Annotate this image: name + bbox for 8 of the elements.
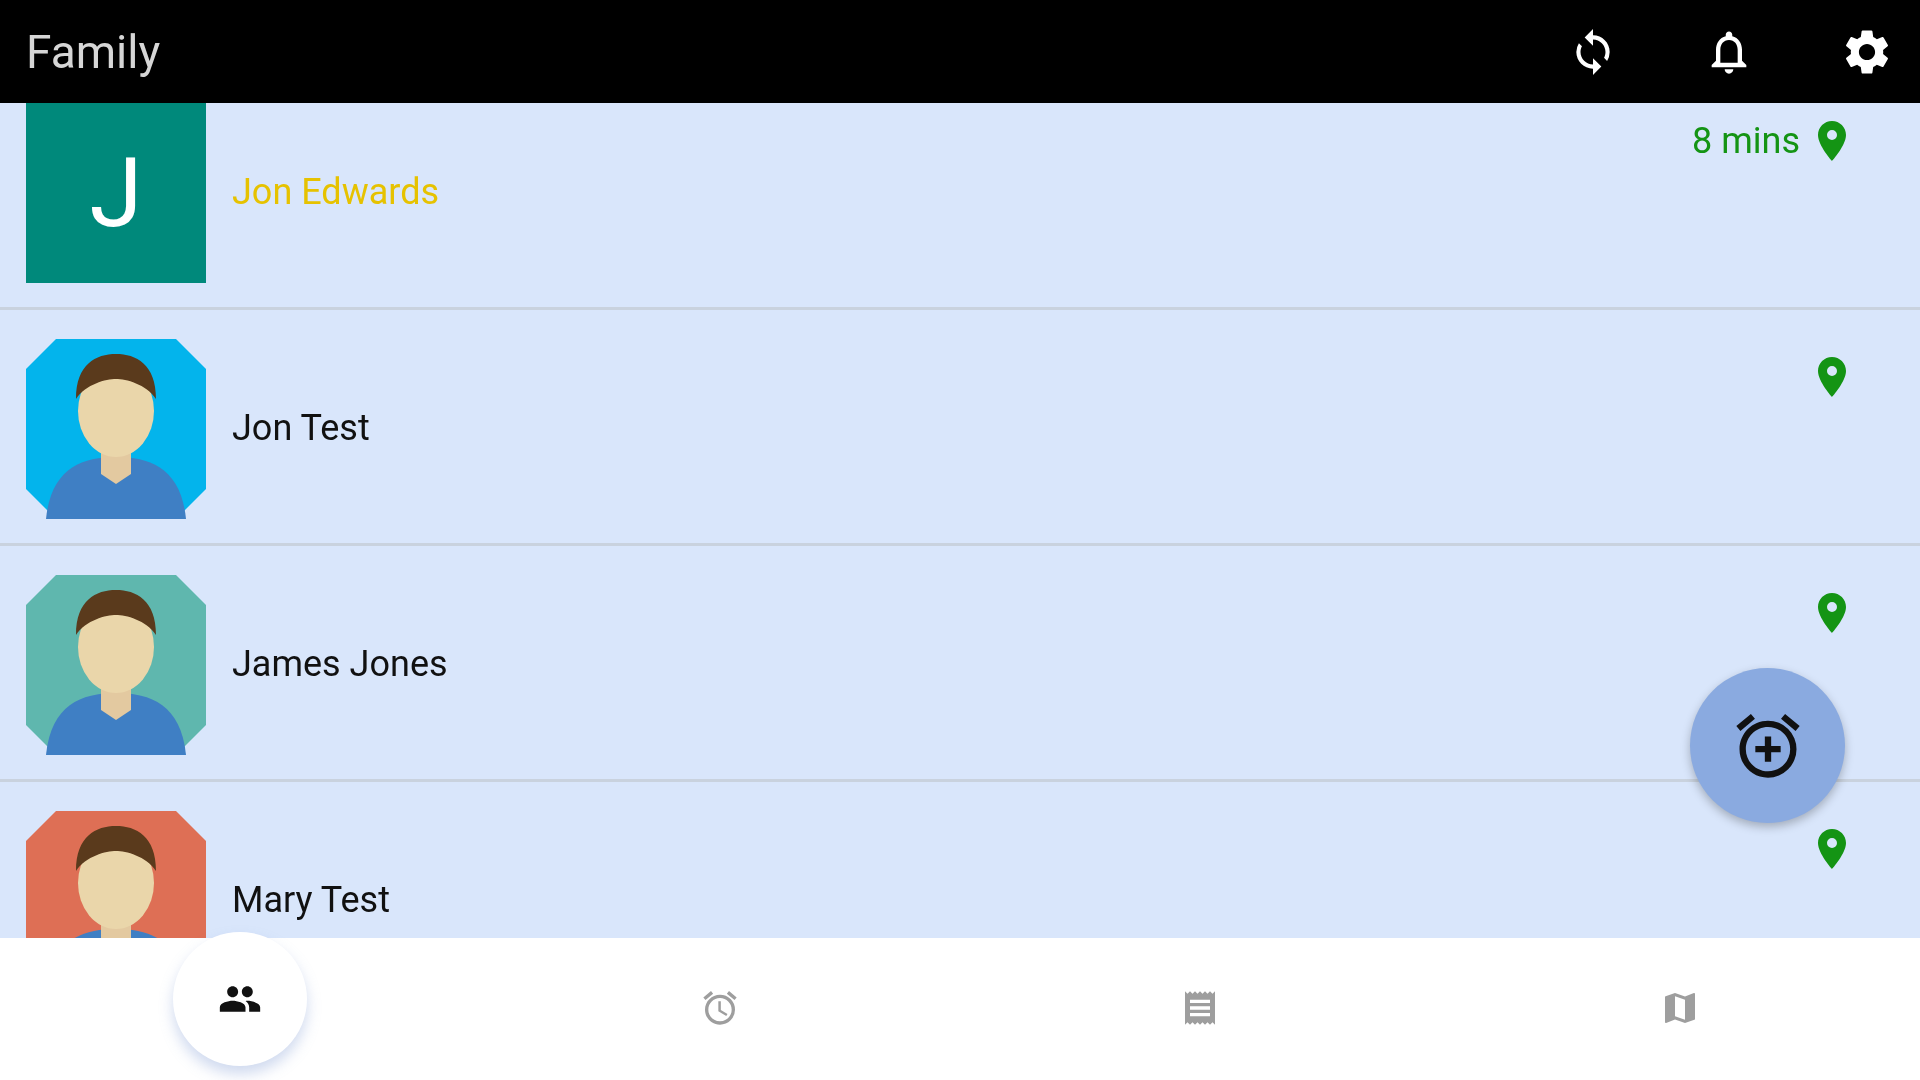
time-ago: 8 mins [1692, 120, 1800, 162]
member-name: Jon Edwards [232, 171, 440, 213]
member-name: Jon Test [232, 407, 370, 449]
letter-avatar: J [26, 103, 206, 283]
people-tab[interactable] [173, 932, 307, 1066]
member-name: Mary Test [232, 879, 390, 921]
member-name: James Jones [232, 643, 448, 685]
app-title: Family [26, 24, 162, 79]
